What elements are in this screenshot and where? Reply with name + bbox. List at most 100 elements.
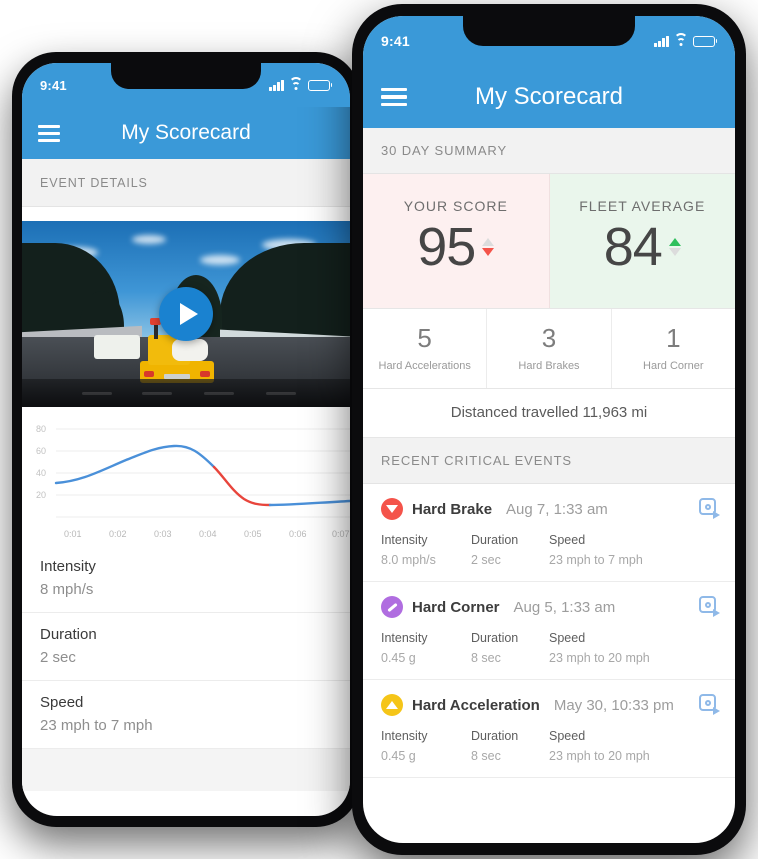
metric-label: Duration — [471, 533, 519, 547]
video-distant-truck — [94, 335, 140, 359]
event-metric: Speed 23 mph to 20 mph — [549, 631, 717, 665]
x-tick-3: 0:04 — [199, 529, 217, 539]
y-tick-40: 40 — [36, 468, 46, 478]
video-camera-icon[interactable] — [699, 596, 720, 617]
y-tick-80: 80 — [36, 424, 46, 434]
fleet-average-value: 84 — [603, 217, 663, 277]
metric-label: Intensity — [381, 729, 428, 743]
video-car-hood — [22, 379, 350, 407]
event-video-thumbnail[interactable] — [22, 221, 350, 407]
page-title: My Scorecard — [121, 121, 251, 144]
event-metric: Duration 8 sec — [471, 729, 549, 763]
metric-value: 23 mph to 20 mph — [549, 749, 650, 763]
event-title: Hard Acceleration — [412, 696, 540, 714]
y-tick-20: 20 — [36, 490, 46, 500]
summary-section-header: 30 DAY SUMMARY — [363, 128, 735, 174]
stat-label: Hard Corner — [643, 360, 704, 372]
x-tick-1: 0:02 — [109, 529, 127, 539]
metric-value: 0.45 g — [381, 749, 416, 763]
recent-critical-events-header: RECENT CRITICAL EVENTS — [363, 438, 735, 484]
detail-row: Speed 23 mph to 7 mph — [22, 681, 350, 749]
stat-value: 1 — [666, 323, 681, 353]
x-tick-5: 0:06 — [289, 529, 307, 539]
speed-chart: 80 60 40 20 0:01 0:02 0:03 0:04 0:05 0:0… — [22, 415, 350, 545]
detail-row: Duration 2 sec — [22, 613, 350, 681]
fleet-average-card[interactable]: FLEET AVERAGE 84 — [549, 174, 735, 308]
x-tick-0: 0:01 — [64, 529, 82, 539]
hard-acceleration-icon — [381, 694, 403, 716]
status-icons — [654, 32, 717, 47]
event-list-item[interactable]: Hard Corner Aug 5, 1:33 am Intensity 0.4… — [363, 582, 735, 680]
metric-label: Duration — [471, 631, 519, 645]
event-list-item[interactable]: Hard Brake Aug 7, 1:33 am Intensity 8.0 … — [363, 484, 735, 582]
right-phone-notch — [463, 16, 635, 46]
y-tick-60: 60 — [36, 446, 46, 456]
status-time: 9:41 — [381, 33, 410, 49]
event-details-section-header: EVENT DETAILS — [22, 159, 350, 207]
stat-label: Hard Brakes — [518, 360, 580, 372]
detail-value: 23 mph to 7 mph — [40, 717, 153, 734]
metric-value: 8.0 mph/s — [381, 553, 436, 567]
event-metric: Duration 8 sec — [471, 631, 549, 665]
metric-value: 8 sec — [471, 651, 501, 665]
detail-value: 8 mph/s — [40, 581, 94, 598]
event-title: Hard Corner — [412, 598, 500, 616]
left-phone-notch — [111, 63, 261, 89]
event-metric: Speed 23 mph to 20 mph — [549, 729, 717, 763]
stat-hard-corner[interactable]: 1 Hard Corner — [610, 309, 735, 388]
left-phone-frame: 9:41 My Scorecard EVENT DETAILS 80 60 40… — [12, 52, 360, 827]
battery-icon — [692, 35, 717, 47]
detail-label: Intensity — [40, 558, 96, 575]
trend-up-icon — [668, 238, 681, 256]
stat-hard-accelerations[interactable]: 5 Hard Accelerations — [363, 309, 486, 388]
fleet-average-title: FLEET AVERAGE — [579, 198, 706, 214]
metric-label: Duration — [471, 729, 519, 743]
play-button-icon[interactable] — [159, 287, 213, 341]
status-icons — [269, 76, 332, 91]
event-metric: Intensity 8.0 mph/s — [381, 533, 471, 567]
metric-value: 8 sec — [471, 749, 501, 763]
metric-label: Intensity — [381, 631, 428, 645]
video-cloud — [132, 235, 166, 244]
metric-label: Speed — [549, 729, 586, 743]
metric-value: 23 mph to 20 mph — [549, 651, 650, 665]
metric-label: Intensity — [381, 533, 428, 547]
detail-label: Duration — [40, 626, 97, 643]
x-tick-4: 0:05 — [244, 529, 262, 539]
x-tick-6: 0:07 — [332, 529, 350, 539]
metric-value: 23 mph to 7 mph — [549, 553, 643, 567]
hard-corner-icon — [381, 596, 403, 618]
your-score-value: 95 — [417, 217, 476, 277]
detail-label: Speed — [40, 694, 84, 711]
event-date: Aug 5, 1:33 am — [513, 598, 616, 616]
screenshot-stage: 9:41 My Scorecard EVENT DETAILS 80 60 40… — [0, 0, 758, 859]
metric-label: Speed — [549, 631, 586, 645]
video-camera-icon[interactable] — [699, 694, 720, 715]
right-phone-screen: 9:41 My Scorecard 30 DAY SUMMARY YOUR SC… — [363, 16, 735, 843]
event-list-item[interactable]: Hard Acceleration May 30, 10:33 pm Inten… — [363, 680, 735, 778]
stat-label: Hard Accelerations — [378, 360, 471, 372]
page-title: My Scorecard — [474, 83, 624, 110]
event-metric: Duration 2 sec — [471, 533, 549, 567]
detail-row: Intensity 8 mph/s — [22, 545, 350, 613]
your-score-card[interactable]: YOUR SCORE 95 — [363, 174, 550, 308]
video-camera-icon[interactable] — [699, 498, 720, 519]
speed-chart-svg: 80 60 40 20 0:01 0:02 0:03 0:04 0:05 0:0… — [36, 424, 350, 539]
hamburger-menu-icon[interactable] — [38, 124, 60, 142]
your-score-title: YOUR SCORE — [403, 198, 508, 214]
distance-travelled: Distanced travelled 11,963 mi — [363, 389, 735, 438]
detail-value: 2 sec — [40, 649, 76, 666]
stat-value: 3 — [541, 323, 557, 353]
metric-label: Speed — [549, 533, 586, 547]
left-screen-footer — [22, 749, 350, 791]
battery-icon — [307, 79, 332, 91]
event-metric: Speed 23 mph to 7 mph — [549, 533, 717, 567]
hamburger-menu-icon[interactable] — [381, 87, 407, 107]
signal-bars-icon — [269, 79, 284, 91]
metric-value: 0.45 g — [381, 651, 416, 665]
event-date: Aug 7, 1:33 am — [506, 500, 608, 518]
stat-hard-brakes[interactable]: 3 Hard Brakes — [486, 309, 610, 388]
signal-bars-icon — [654, 35, 669, 47]
wifi-icon — [288, 76, 303, 91]
status-time: 9:41 — [40, 77, 67, 93]
